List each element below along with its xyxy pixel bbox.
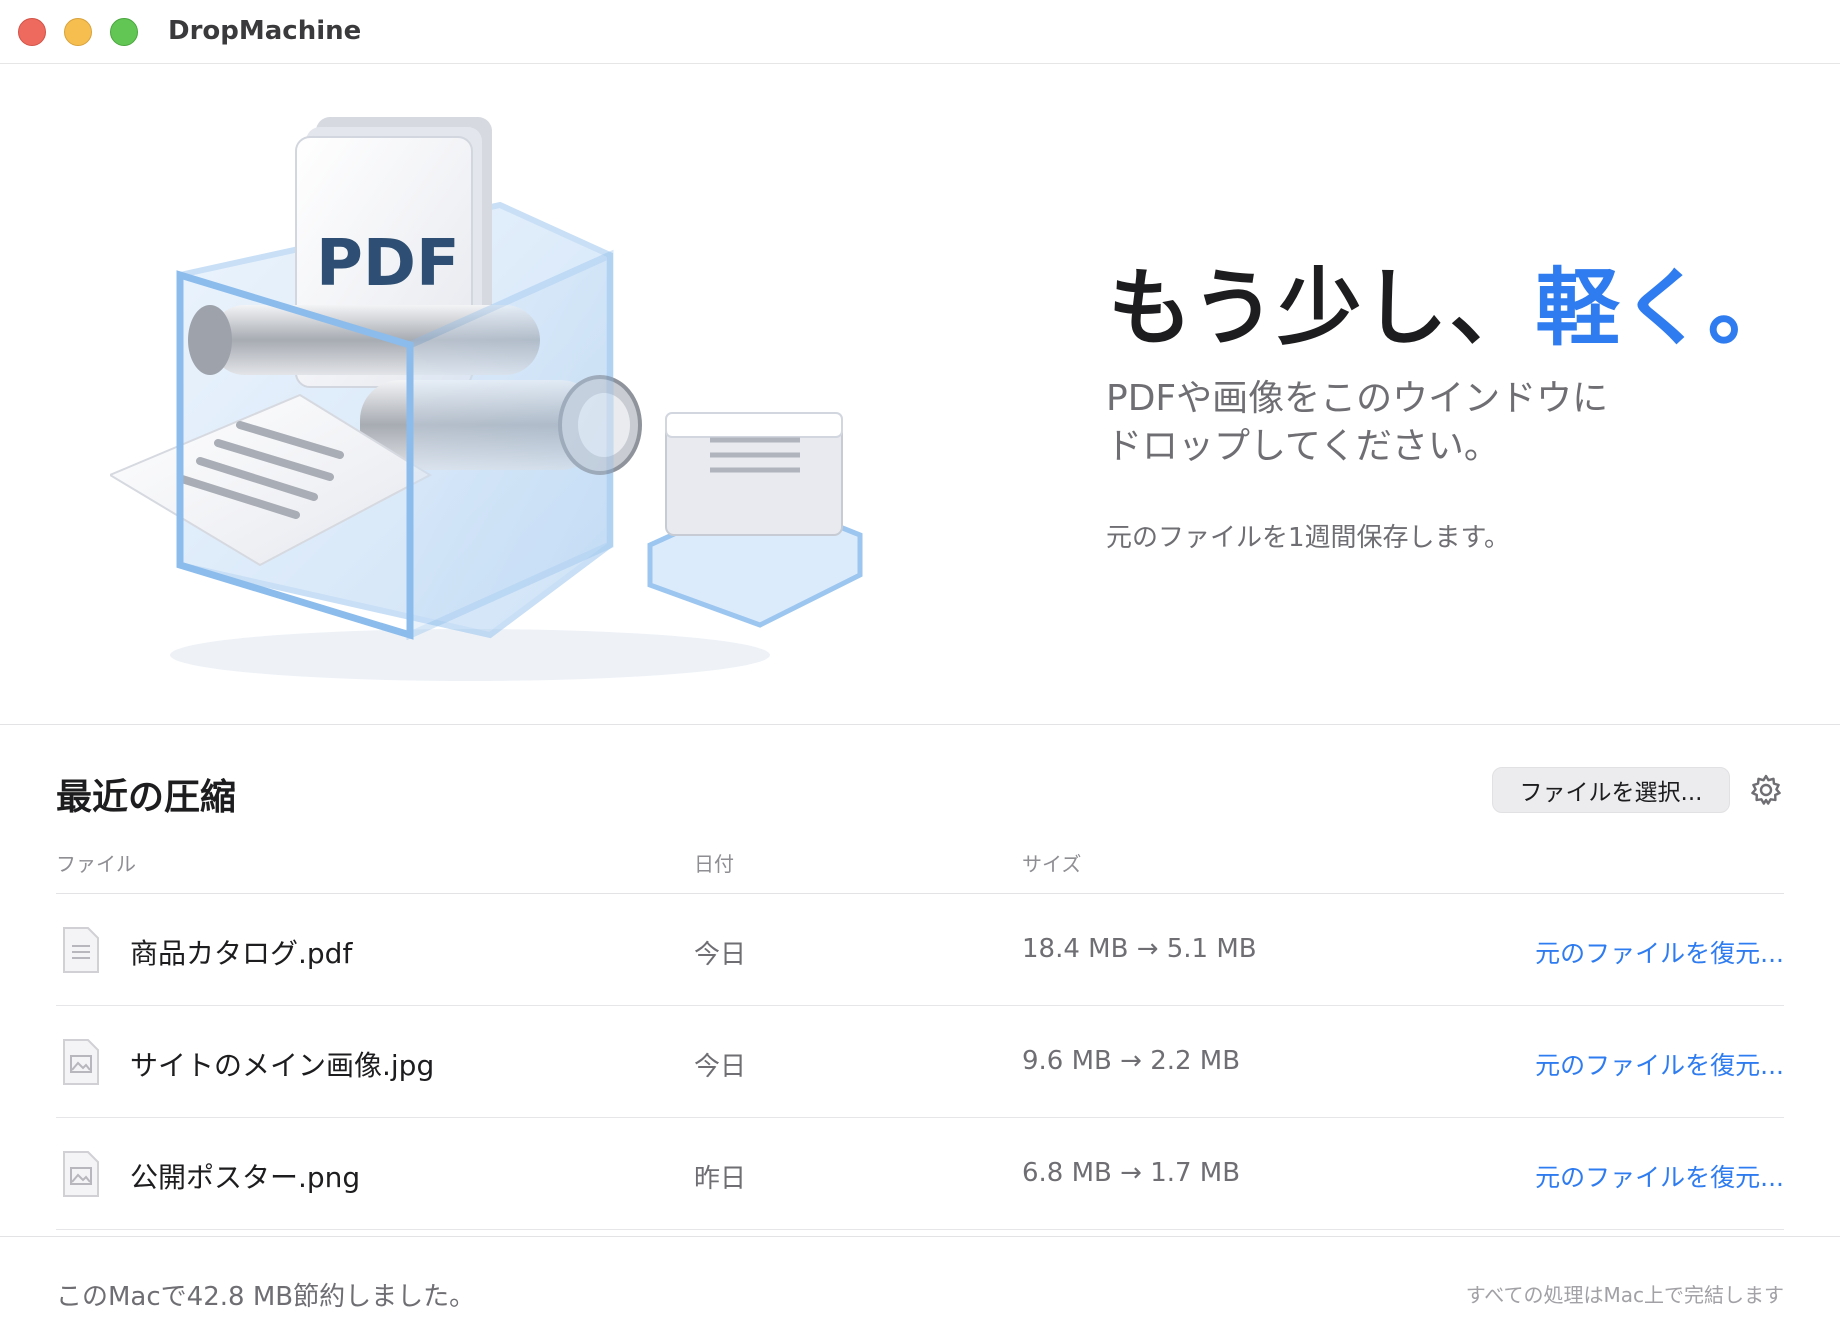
- file-name: 商品カタログ.pdf: [130, 937, 353, 970]
- drop-instruction: PDFや画像をこのウインドウに ドロップしてください。: [1106, 375, 1726, 471]
- restore-original-link[interactable]: 元のファイルを復元...: [1535, 1046, 1784, 1082]
- title-bar: DropMachine: [0, 0, 1840, 64]
- table-row[interactable]: 商品カタログ.pdf 今日 18.4 MB → 5.1 MB 元のファイルを復元…: [56, 894, 1784, 1006]
- file-date: 今日: [694, 940, 747, 970]
- file-name: サイトのメイン画像.jpg: [130, 1049, 435, 1082]
- table-row[interactable]: 公開ポスター.png 昨日 6.8 MB → 1.7 MB 元のファイルを復元.…: [56, 1118, 1784, 1230]
- pdf-label: PDF: [316, 227, 460, 301]
- table-row[interactable]: サイトのメイン画像.jpg 今日 9.6 MB → 2.2 MB 元のファイルを…: [56, 1006, 1784, 1118]
- file-size-change: 6.8 MB → 1.7 MB: [1022, 1158, 1241, 1188]
- app-window: DropMachine PDF もう少し、軽く。 PDFや画像をこのウインドウに…: [0, 0, 1840, 1344]
- zoom-window-button[interactable]: [110, 18, 138, 46]
- window-title: DropMachine: [168, 16, 362, 46]
- column-header-date[interactable]: 日付: [694, 848, 734, 877]
- total-saved-status: このMacで42.8 MB節約しました。: [56, 1282, 476, 1312]
- file-date: 昨日: [694, 1164, 747, 1194]
- drop-instruction-line2: ドロップしてください。: [1106, 426, 1500, 467]
- recent-section-title: 最近の圧縮: [56, 777, 237, 818]
- file-name: 公開ポスター.png: [130, 1161, 361, 1194]
- gear-icon[interactable]: [1748, 772, 1784, 808]
- column-header-file[interactable]: ファイル: [56, 848, 136, 877]
- headline-accent: 軽く。: [1535, 259, 1794, 357]
- hero-headline: もう少し、軽く。: [1108, 241, 1794, 362]
- image-file-icon: [63, 1151, 99, 1197]
- compressor-machine-illustration: PDF: [110, 117, 863, 681]
- file-size-change: 18.4 MB → 5.1 MB: [1022, 934, 1257, 964]
- select-file-button[interactable]: ファイルを選択...: [1492, 767, 1730, 813]
- headline-main: もう少し、: [1108, 259, 1536, 357]
- drop-instruction-line1: PDFや画像をこのウインドウに: [1106, 378, 1609, 419]
- footer-divider: [0, 1236, 1840, 1237]
- drop-zone-hero[interactable]: PDF もう少し、軽く。 PDFや画像をこのウインドウに ドロップしてください。…: [0, 65, 1840, 725]
- file-size-change: 9.6 MB → 2.2 MB: [1022, 1046, 1241, 1076]
- local-processing-note: すべての処理はMac上で完結します: [1465, 1283, 1784, 1307]
- close-window-button[interactable]: [18, 18, 46, 46]
- backup-note: 元のファイルを1週間保存します。: [1106, 523, 1510, 553]
- restore-original-link[interactable]: 元のファイルを復元...: [1535, 934, 1784, 970]
- pdf-file-icon: [63, 927, 99, 973]
- minimize-window-button[interactable]: [64, 18, 92, 46]
- image-file-icon: [63, 1039, 99, 1085]
- file-date: 今日: [694, 1052, 747, 1082]
- column-header-size[interactable]: サイズ: [1022, 848, 1081, 877]
- restore-original-link[interactable]: 元のファイルを復元...: [1535, 1158, 1784, 1194]
